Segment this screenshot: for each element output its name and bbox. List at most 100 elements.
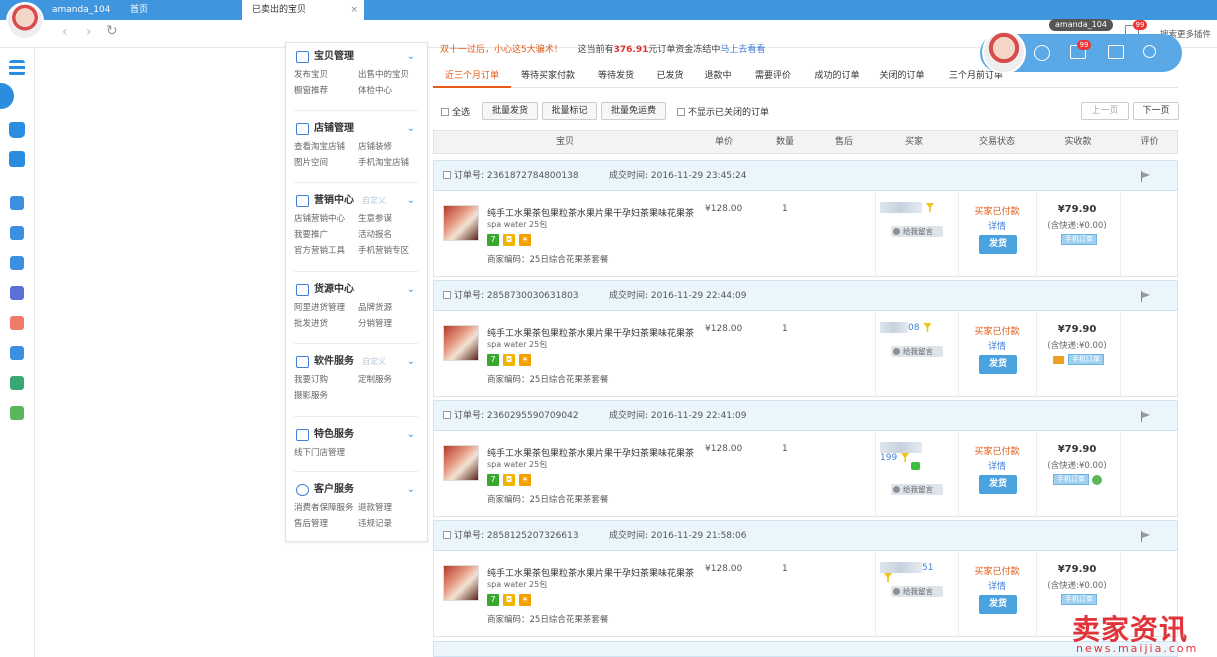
menu-head[interactable]: 店铺管理 ⌄ [294, 121, 419, 137]
chevron-down-icon[interactable]: ⌄ [407, 121, 415, 137]
buyer-name[interactable]: 51 [880, 562, 935, 582]
expand-handle[interactable] [0, 83, 14, 109]
detail-link[interactable]: 详情 [959, 579, 1035, 592]
select-all-checkbox[interactable] [441, 108, 449, 116]
menu-link[interactable]: 手机淘宝店铺 [358, 156, 422, 168]
product-title[interactable]: 纯手工水果茶包果粒茶水果片果干孕妇茶果味花果茶 [487, 326, 697, 339]
shop-icon[interactable] [10, 226, 24, 240]
news-icon[interactable] [9, 151, 25, 167]
search-icon[interactable] [1143, 45, 1156, 58]
menu-link[interactable]: 体检中心 [358, 84, 422, 96]
product-thumbnail[interactable] [443, 325, 479, 361]
chevron-down-icon[interactable]: ⌄ [407, 193, 415, 209]
menu-head[interactable]: 特色服务 ⌄ [294, 427, 419, 443]
product-title[interactable]: 纯手工水果茶包果粒茶水果片果干孕妇茶果味花果茶 [487, 206, 697, 219]
flag-icon[interactable] [1141, 171, 1151, 182]
menu-link[interactable]: 店铺装修 [358, 140, 422, 152]
back-icon[interactable]: ‹ [62, 24, 68, 40]
chat-icon[interactable] [911, 462, 920, 470]
sale-icon[interactable] [10, 316, 24, 330]
chevron-down-icon[interactable]: ⌄ [407, 482, 415, 498]
menu-link[interactable]: 批发进货 [294, 317, 358, 329]
calendar-icon[interactable] [10, 406, 24, 420]
tab-refunding[interactable]: 退款中 [693, 66, 743, 88]
user-icon[interactable] [10, 286, 24, 300]
forward-icon[interactable]: › [86, 24, 92, 40]
tab-sold-items[interactable]: 已卖出的宝贝 × [242, 0, 364, 20]
tab-home[interactable]: 首页 [120, 0, 240, 20]
select-all[interactable]: 全选 [441, 105, 470, 118]
menu-link[interactable]: 官方营销工具 [294, 244, 358, 256]
menu-link[interactable]: 我要推广 [294, 228, 358, 240]
customize-link[interactable]: 自定义 [362, 357, 386, 366]
chevron-down-icon[interactable]: ⌄ [407, 427, 415, 443]
batch-free-shipping-button[interactable]: 批量免运费 [601, 102, 666, 120]
product-thumbnail[interactable] [443, 565, 479, 601]
menu-link[interactable]: 我要订购 [294, 373, 358, 385]
menu-link[interactable]: 分销管理 [358, 317, 422, 329]
menu-link[interactable]: 图片空间 [294, 156, 358, 168]
edit-icon[interactable] [10, 196, 24, 210]
notice-text[interactable]: 双十一过后，小心这5大骗术！ [440, 45, 563, 55]
order-checkbox[interactable] [443, 171, 451, 179]
menu-link[interactable]: 售后管理 [294, 517, 358, 529]
buyer-name[interactable]: 199 [880, 442, 935, 463]
menu-link[interactable]: 品牌货源 [358, 301, 422, 313]
shopping-bag-icon[interactable] [9, 122, 25, 138]
contact-icon[interactable] [10, 376, 24, 390]
tab-close-icon[interactable]: × [350, 0, 358, 20]
menu-link[interactable]: 线下门店管理 [294, 446, 358, 458]
menu-link[interactable]: 活动报名 [358, 228, 422, 240]
chevron-down-icon[interactable]: ⌄ [407, 282, 415, 298]
menu-link[interactable]: 摄影服务 [294, 389, 358, 401]
menu-link[interactable]: 违规记录 [358, 517, 422, 529]
order-checkbox[interactable] [443, 411, 451, 419]
ship-button[interactable]: 发货 [979, 475, 1017, 494]
tab-shipped[interactable]: 已发货 [647, 66, 693, 88]
message-button[interactable]: 给我留言 [891, 226, 943, 237]
tab-closed[interactable]: 关闭的订单 [871, 66, 933, 88]
detail-link[interactable]: 详情 [959, 339, 1035, 352]
list-icon[interactable] [9, 60, 25, 76]
product-title[interactable]: 纯手工水果茶包果粒茶水果片果干孕妇茶果味花果茶 [487, 566, 697, 579]
menu-head[interactable]: 货源中心 ⌄ [294, 282, 419, 298]
buyer-name[interactable]: 08 [880, 322, 935, 334]
menu-link[interactable]: 消费者保障服务 [294, 501, 358, 513]
menu-link[interactable]: 阿里进货管理 [294, 301, 358, 313]
window-icon[interactable] [1108, 45, 1124, 59]
product-thumbnail[interactable] [443, 205, 479, 241]
ship-button[interactable]: 发货 [979, 355, 1017, 374]
next-page-button[interactable]: 下一页 [1133, 102, 1179, 120]
flag-icon[interactable] [1141, 531, 1151, 542]
order-checkbox[interactable] [443, 531, 451, 539]
tab-awaiting-payment[interactable]: 等待买家付款 [511, 66, 585, 88]
chart-icon[interactable] [10, 346, 24, 360]
tab-successful[interactable]: 成功的订单 [803, 66, 871, 88]
flag-icon[interactable] [1141, 411, 1151, 422]
float-avatar[interactable] [982, 30, 1026, 74]
buyer-name[interactable] [880, 202, 935, 214]
detail-link[interactable]: 详情 [959, 219, 1035, 232]
product-thumbnail[interactable] [443, 445, 479, 481]
notice-link[interactable]: 马上去看看 [720, 45, 765, 55]
menu-link[interactable]: 店铺营销中心 [294, 212, 358, 224]
hide-closed[interactable]: 不显示已关闭的订单 [677, 105, 769, 118]
menu-link[interactable]: 出售中的宝贝 [358, 68, 422, 80]
ship-button[interactable]: 发货 [979, 235, 1017, 254]
menu-link[interactable]: 生意参谋 [358, 212, 422, 224]
message-button[interactable]: 给我留言 [891, 346, 943, 357]
message-button[interactable]: 给我留言 [891, 484, 943, 495]
chevron-down-icon[interactable]: ⌄ [407, 354, 415, 370]
batch-ship-button[interactable]: 批量发货 [482, 102, 538, 120]
tab-need-review[interactable]: 需要评价 [743, 66, 803, 88]
prev-page-button[interactable]: 上一页 [1081, 102, 1129, 120]
menu-link[interactable]: 查看淘宝店铺 [294, 140, 358, 152]
menu-link[interactable]: 定制服务 [358, 373, 422, 385]
order-checkbox[interactable] [443, 291, 451, 299]
message-button[interactable]: 给我留言 [891, 586, 943, 597]
menu-head[interactable]: 客户服务 ⌄ [294, 482, 419, 498]
menu-head[interactable]: 营销中心 自定义 ⌄ [294, 193, 419, 209]
flag-icon[interactable] [1141, 291, 1151, 302]
menu-link[interactable]: 发布宝贝 [294, 68, 358, 80]
batch-mark-button[interactable]: 批量标记 [542, 102, 597, 120]
